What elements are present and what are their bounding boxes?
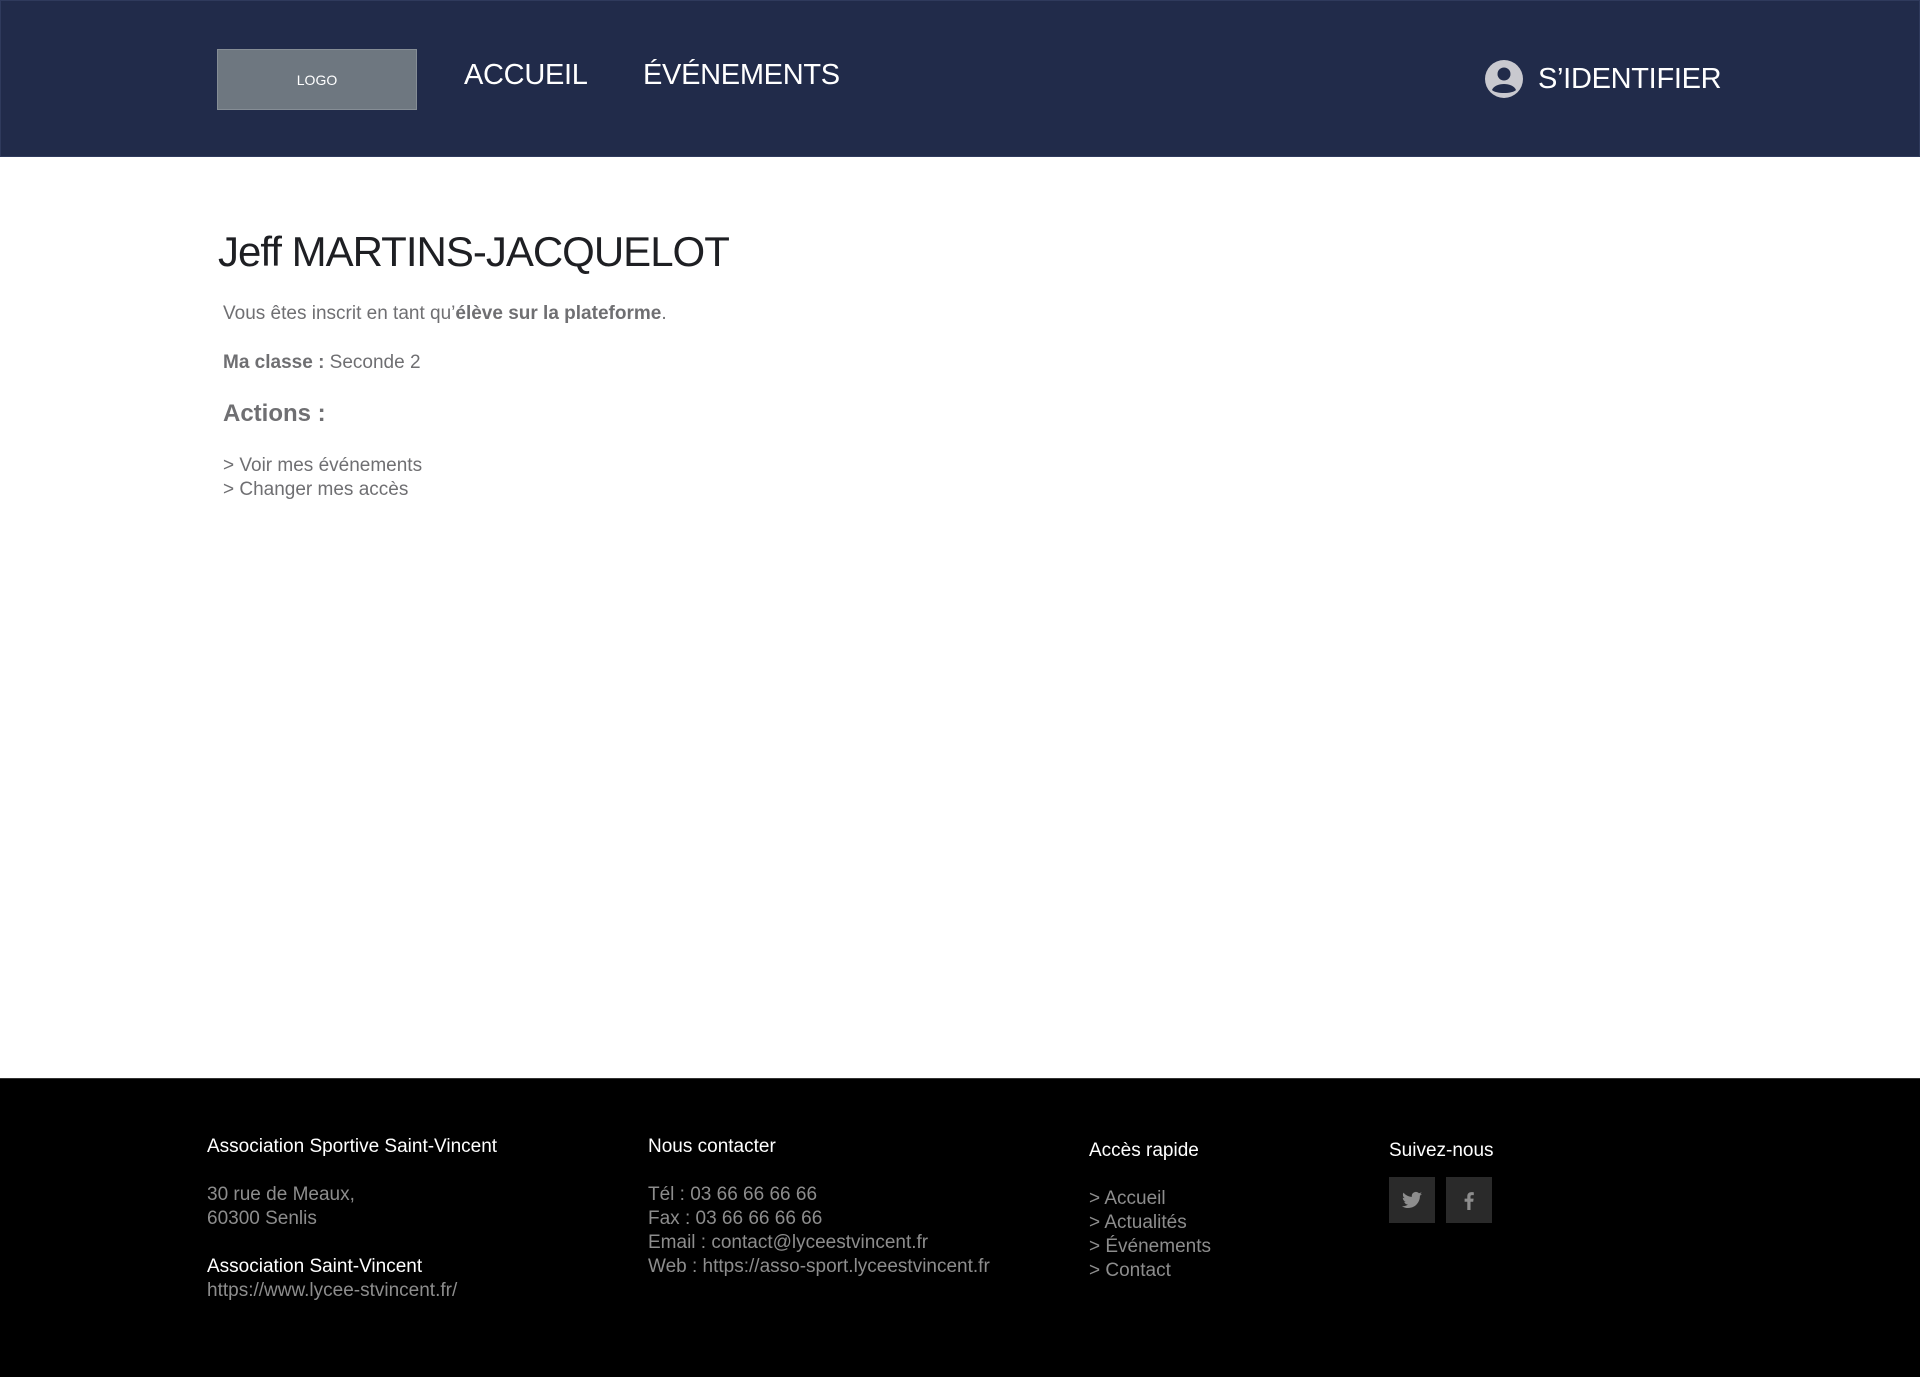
logo-text: LOGO [296, 71, 338, 88]
status-prefix: Vous êtes inscrit en tant qu’ [223, 303, 456, 324]
footer-tel: Tél : 03 66 66 66 66 [648, 1184, 818, 1205]
user-circle-icon [1485, 60, 1523, 98]
profile-name: Jeff MARTINS-JACQUELOT [218, 228, 730, 275]
footer-association: Association Sportive Saint-Vincent 30 ru… [207, 1135, 497, 1303]
class-info: Ma classe : Seconde 2 [223, 352, 421, 374]
footer-address-line1: 30 rue de Meaux, [207, 1184, 355, 1205]
actions-list: > Voir mes événements > Changer mes accè… [223, 454, 422, 502]
footer-parent-url[interactable]: https://www.lycee-stvincent.fr/ [207, 1279, 497, 1303]
footer-follow: Suivez-nous [1389, 1139, 1494, 1223]
action-view-events[interactable]: > Voir mes événements [223, 454, 422, 478]
footer-quick-access: Accès rapide > Accueil > Actualités > Év… [1089, 1139, 1211, 1283]
site-header: LOGO ACCUEIL ÉVÉNEMENTS S’IDENTIFIER [0, 0, 1920, 157]
footer-fax: Fax : 03 66 66 66 66 [648, 1208, 823, 1229]
nav-accueil[interactable]: ACCUEIL [464, 59, 588, 92]
page: LOGO ACCUEIL ÉVÉNEMENTS S’IDENTIFIER Jef… [0, 0, 1920, 1377]
twitter-icon [1401, 1191, 1422, 1208]
footer-contact: Nous contacter Tél : 03 66 66 66 66 Fax … [648, 1135, 990, 1279]
footer-link-contact[interactable]: > Contact [1089, 1259, 1211, 1283]
status-suffix: . [661, 303, 667, 324]
footer-link-actualites[interactable]: > Actualités [1089, 1211, 1211, 1235]
class-value: Seconde 2 [324, 352, 421, 373]
footer-link-evenements[interactable]: > Événements [1089, 1235, 1211, 1259]
action-change-access[interactable]: > Changer mes accès [223, 478, 422, 502]
actions-title: Actions : [223, 400, 326, 427]
footer-quick-access-title: Accès rapide [1089, 1140, 1199, 1161]
footer-email[interactable]: Email : contact@lyceestvincent.fr [648, 1231, 990, 1255]
class-label: Ma classe : [223, 352, 325, 373]
footer-address-line2: 60300 Senlis [207, 1208, 317, 1229]
footer-web[interactable]: Web : https://asso-sport.lyceestvincent.… [648, 1255, 990, 1279]
footer-parent-title: Association Saint-Vincent [207, 1256, 423, 1277]
footer-follow-title: Suivez-nous [1389, 1140, 1494, 1161]
footer-association-title: Association Sportive Saint-Vincent [207, 1136, 498, 1157]
facebook-button[interactable] [1446, 1177, 1492, 1223]
status-role: élève sur la plateforme [455, 303, 662, 324]
login-label: S’IDENTIFIER [1538, 62, 1722, 95]
twitter-button[interactable] [1389, 1177, 1435, 1223]
status-text: Vous êtes inscrit en tant qu’élève sur l… [223, 303, 667, 325]
footer-link-accueil[interactable]: > Accueil [1089, 1187, 1211, 1211]
nav-evenements[interactable]: ÉVÉNEMENTS [643, 59, 840, 92]
login-button[interactable]: S’IDENTIFIER [1484, 57, 1722, 101]
social-links [1389, 1177, 1494, 1223]
facebook-icon [1464, 1192, 1474, 1210]
logo[interactable]: LOGO [217, 49, 417, 110]
footer-contact-title: Nous contacter [648, 1136, 776, 1157]
